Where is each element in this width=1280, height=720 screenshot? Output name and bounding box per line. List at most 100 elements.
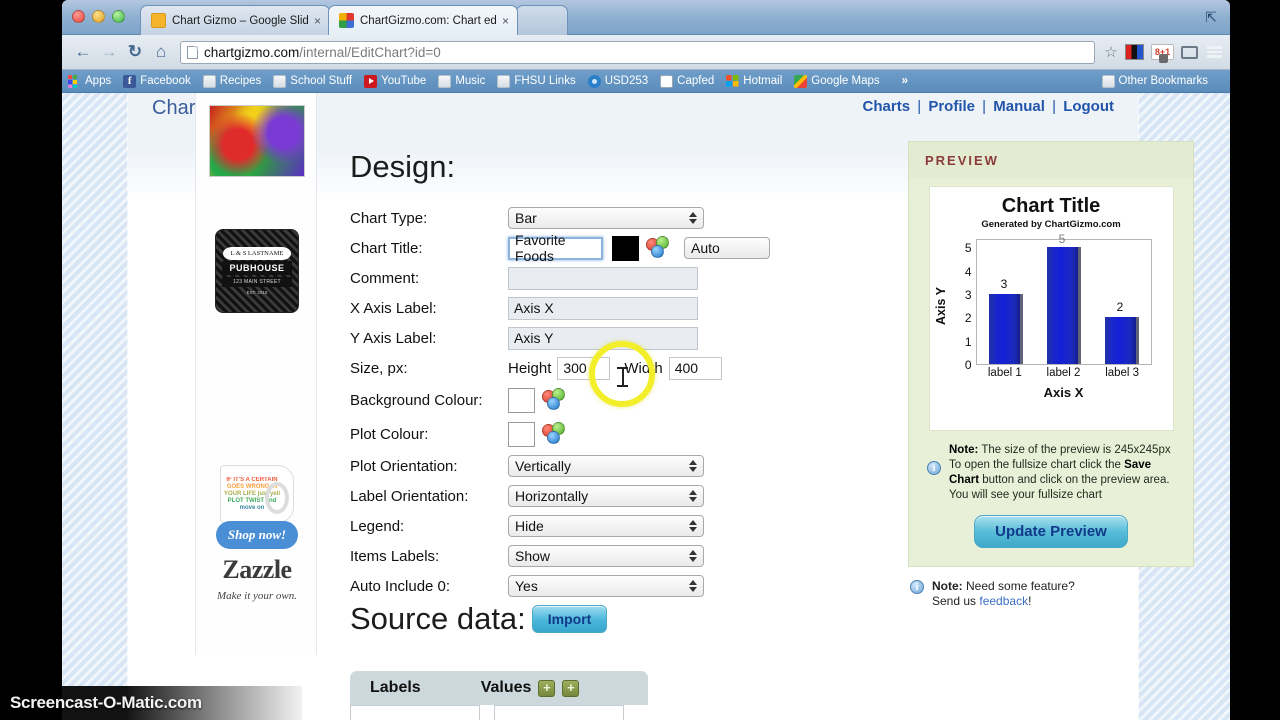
google-slides-favicon-icon xyxy=(151,13,166,28)
x-axis-label-input[interactable]: Axis X xyxy=(508,296,698,320)
chrome-menu-icon[interactable] xyxy=(1207,46,1222,58)
ad-image-flowers[interactable] xyxy=(209,105,305,177)
bookmark-fhsu-links[interactable]: FHSU Links xyxy=(497,74,576,88)
tab-close-icon[interactable]: × xyxy=(314,14,321,28)
npy-extension-icon[interactable] xyxy=(1125,44,1144,60)
plot-colour-label: Plot Colour: xyxy=(350,425,429,443)
chart-title-font-size-value: Auto xyxy=(691,240,720,256)
plot-colour-picker-icon[interactable] xyxy=(542,422,568,446)
bookmark-label: School Stuff xyxy=(290,75,353,87)
feedback-suffix: ! xyxy=(1028,594,1032,608)
chart-x-axis-label: Axis X xyxy=(1043,385,1084,400)
ad-image-pubhouse-sign[interactable]: L & S LASTNAME PUBHOUSE 123 MAIN STREET … xyxy=(215,229,299,313)
new-tab-button[interactable] xyxy=(516,5,568,35)
address-bar[interactable]: chartgizmo.com /internal/EditChart?id=0 xyxy=(180,40,1095,64)
window-controls[interactable] xyxy=(72,10,125,23)
bookmark-label: Recipes xyxy=(219,75,262,87)
bookmark-hotmail[interactable]: Hotmail xyxy=(726,74,782,88)
bookmark-star-icon[interactable]: ☆ xyxy=(1101,43,1121,61)
plot-orientation-label: Plot Orientation: xyxy=(350,457,458,475)
bookmark-label: USD253 xyxy=(604,75,649,87)
forward-button[interactable]: → xyxy=(96,39,122,65)
x-axis-label-label: X Axis Label: xyxy=(350,299,437,317)
apps-icon xyxy=(68,74,81,88)
bookmark-youtube[interactable]: YouTube xyxy=(364,74,426,88)
background-colour-picker-icon[interactable] xyxy=(542,388,568,412)
nav-separator: | xyxy=(1052,98,1057,115)
feedback-note-text: Need some feature? xyxy=(962,579,1075,593)
auto-include-0-select[interactable]: Yes xyxy=(508,575,704,597)
nav-link-logout[interactable]: Logout xyxy=(1063,98,1114,115)
width-input[interactable]: 400 xyxy=(668,356,722,380)
auto-include-0-label: Auto Include 0: xyxy=(350,577,451,595)
nav-link-charts[interactable]: Charts xyxy=(863,98,911,115)
feedback-note: i Note: Need some feature? Send us feedb… xyxy=(910,579,1194,609)
back-button[interactable]: ← xyxy=(70,39,96,65)
tab-chart-gizmo-google-slides[interactable]: Chart Gizmo – Google Slid × xyxy=(140,5,330,35)
tab-close-icon[interactable]: × xyxy=(502,14,509,28)
bookmark-school-stuff[interactable]: School Stuff xyxy=(273,74,353,88)
chart-title-color-picker-icon[interactable] xyxy=(646,236,672,260)
bookmarks-bar: Apps f Facebook Recipes School Stuff You… xyxy=(62,70,1230,93)
bookmark-label: Facebook xyxy=(140,75,191,87)
close-window-button[interactable] xyxy=(72,10,85,23)
chart-title-label: Chart Title: xyxy=(350,239,423,257)
row-chart-title: Chart Title: Favorite Foods Auto xyxy=(350,232,770,264)
bookmark-google-maps[interactable]: Google Maps xyxy=(794,74,880,88)
reload-button[interactable]: ↻ xyxy=(122,39,148,65)
update-preview-button[interactable]: Update Preview xyxy=(974,515,1128,548)
minimize-window-button[interactable] xyxy=(92,10,105,23)
row-plot-colour: Plot Colour: xyxy=(350,417,770,451)
chart-y-ticks: 0 1 2 3 4 5 xyxy=(956,239,972,372)
value-cell-input[interactable] xyxy=(494,705,624,720)
comment-input[interactable] xyxy=(508,266,698,290)
y-axis-label-label: Y Axis Label: xyxy=(350,329,437,347)
cast-icon[interactable] xyxy=(1181,45,1198,59)
info-icon: i xyxy=(927,461,941,475)
label-orientation-select[interactable]: Horizontally xyxy=(508,485,704,507)
preview-body: Chart Title Generated by ChartGizmo.com … xyxy=(909,178,1193,566)
shop-now-button[interactable]: Shop now! xyxy=(216,521,298,549)
bookmarks-overflow-chevron-icon[interactable]: » xyxy=(902,75,908,87)
chart-title-font-size-select[interactable]: Auto xyxy=(684,237,770,259)
background-colour-swatch[interactable] xyxy=(508,387,535,413)
nav-link-profile[interactable]: Profile xyxy=(928,98,975,115)
bookmark-usd253[interactable]: USD253 xyxy=(587,74,649,88)
add-value-column-button[interactable]: + xyxy=(538,679,556,697)
bookmark-recipes[interactable]: Recipes xyxy=(202,74,262,88)
add-row-button[interactable]: + xyxy=(562,679,580,697)
bar: 2 xyxy=(1104,300,1139,364)
bookmark-apps[interactable]: Apps xyxy=(68,74,111,88)
tab-chartgizmo-chart-editor[interactable]: ChartGizmo.com: Chart ed × xyxy=(328,5,518,35)
bookmark-other-bookmarks[interactable]: Other Bookmarks xyxy=(1101,74,1212,88)
items-labels-select[interactable]: Show xyxy=(508,545,704,567)
watermark-text: Screencast-O-Matic.com xyxy=(10,693,202,712)
bookmark-facebook[interactable]: f Facebook xyxy=(123,74,191,88)
label-cell-input[interactable] xyxy=(350,705,480,720)
google-plus-share-icon[interactable]: 8+1 xyxy=(1151,44,1174,63)
page-document-icon xyxy=(187,45,198,59)
import-button[interactable]: Import xyxy=(531,605,608,633)
plot-colour-swatch[interactable] xyxy=(508,421,535,447)
home-button[interactable]: ⌂ xyxy=(148,39,174,65)
row-chart-type: Chart Type: Bar xyxy=(350,203,770,233)
items-labels-label: Items Labels: xyxy=(350,547,440,565)
bookmark-capfed[interactable]: Capfed xyxy=(660,74,714,88)
legend-select[interactable]: Hide xyxy=(508,515,704,537)
maximize-window-button[interactable] xyxy=(112,10,125,23)
height-input[interactable]: 300 xyxy=(557,356,611,380)
y-axis-label-input[interactable]: Axis Y xyxy=(508,326,698,350)
feedback-link[interactable]: feedback xyxy=(979,594,1028,608)
bookmark-music[interactable]: Music xyxy=(438,74,485,88)
ad-image-mug[interactable]: IF IT'S A CERTAIN GOES WRONG IN YOUR LIF… xyxy=(220,465,294,523)
browser-window: Chart Gizmo – Google Slid × ChartGizmo.c… xyxy=(62,0,1230,720)
fullscreen-resize-icon[interactable]: ⇱ xyxy=(1202,8,1220,26)
plot-orientation-select[interactable]: Vertically xyxy=(508,455,704,477)
x-tick-label: label 3 xyxy=(1105,367,1140,379)
chart-title-color-swatch[interactable] xyxy=(612,235,639,261)
chart-title-input[interactable]: Favorite Foods xyxy=(508,232,603,264)
nav-link-manual[interactable]: Manual xyxy=(993,98,1045,115)
chart-preview[interactable]: Chart Title Generated by ChartGizmo.com … xyxy=(928,186,1174,431)
chart-type-select[interactable]: Bar xyxy=(508,207,704,229)
info-icon: i xyxy=(910,580,924,594)
